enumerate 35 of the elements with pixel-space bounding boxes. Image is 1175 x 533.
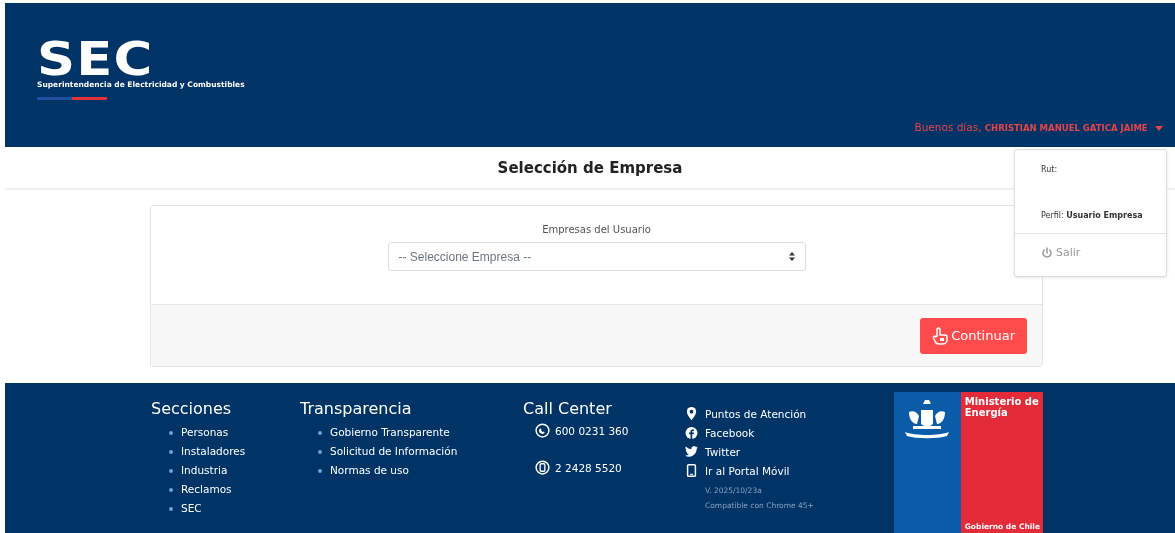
- hand-pointer-icon: [932, 326, 949, 345]
- flag-stripe: [37, 97, 107, 100]
- smartphone-icon: [685, 464, 698, 477]
- footer-link[interactable]: Twitter: [685, 442, 814, 461]
- field-label: Empresas del Usuario: [542, 224, 651, 235]
- caret-icon: [1155, 126, 1163, 131]
- up-down-arrows-icon: [788, 252, 795, 261]
- phone-icon: [535, 423, 550, 438]
- location-pin-icon: [685, 407, 698, 420]
- company-select[interactable]: -- Seleccione Empresa --: [387, 242, 806, 271]
- phone-number: 2 2428 5520: [555, 461, 622, 474]
- footer-heading: Call Center: [523, 399, 613, 418]
- footer-link[interactable]: Gobierno Transparente: [330, 423, 470, 442]
- profile-text: Perfil: Usuario Empresa: [1015, 194, 1166, 234]
- footer-link[interactable]: Normas de uso: [330, 461, 470, 480]
- phone-number: 600 0231 360: [555, 424, 629, 437]
- footer-link[interactable]: Instaladores: [181, 442, 246, 461]
- mobile-phone-icon: [535, 460, 550, 475]
- footer-link[interactable]: Industria: [181, 461, 246, 480]
- footer-link[interactable]: Ir al Portal Móvil: [685, 461, 814, 480]
- facebook-icon: [685, 426, 698, 439]
- footer-link[interactable]: Personas: [181, 423, 246, 442]
- footer-link[interactable]: Reclamos: [181, 480, 246, 499]
- rut-label: Rut:: [1040, 164, 1059, 176]
- footer-heading: Secciones: [151, 399, 233, 418]
- power-icon: [1041, 246, 1053, 259]
- ministry-name: Ministerio de Energía: [964, 396, 1040, 418]
- footer-link[interactable]: Puntos de Atención: [685, 404, 814, 423]
- footer-link[interactable]: SEC: [181, 499, 246, 518]
- footer-link[interactable]: Solicitud de Información: [330, 442, 470, 461]
- footer-heading: Transparencia: [300, 399, 413, 418]
- logo-wordmark: SEC: [37, 41, 154, 77]
- page-title: Selección de Empresa: [497, 158, 683, 177]
- footer-link[interactable]: Facebook: [685, 423, 814, 442]
- bird-icon: [685, 446, 698, 457]
